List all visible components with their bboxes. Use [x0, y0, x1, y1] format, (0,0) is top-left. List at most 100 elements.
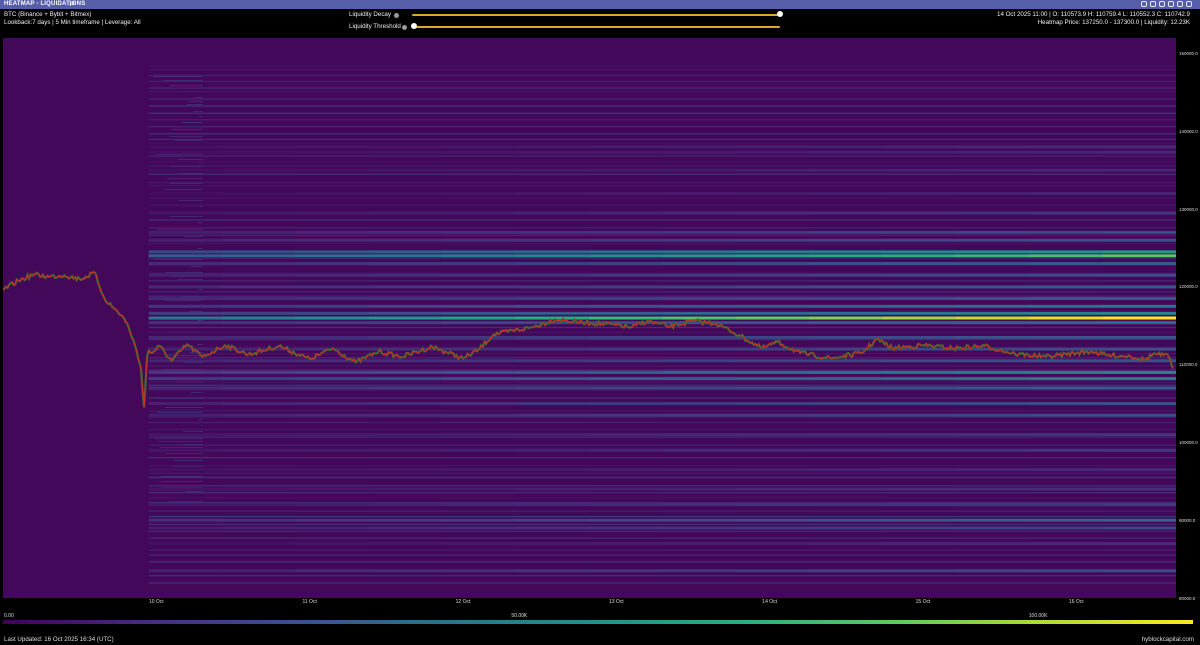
liquidity-level [882, 150, 957, 154]
liquidity-level [1029, 402, 1104, 406]
liquidity-level [368, 433, 443, 437]
liquidity-level [1029, 433, 1104, 437]
liquidity-level [1029, 542, 1104, 546]
liquidity-level [588, 386, 663, 390]
liquidity-level [442, 370, 517, 374]
liquidity-level [515, 377, 590, 381]
liquidity-level [662, 273, 737, 277]
liquidity-band [148, 465, 1176, 467]
liquidity-decay-handle[interactable] [777, 11, 783, 17]
liquidity-level [955, 145, 1030, 149]
liquidity-level [442, 311, 517, 315]
liquidity-band [148, 142, 1176, 144]
liquidity-level [442, 316, 517, 320]
liquidity-level [809, 304, 883, 308]
liquidity-level [955, 335, 1030, 339]
liquidity-level [295, 316, 370, 320]
liquidity-band [148, 295, 1176, 297]
liquidity-level [588, 211, 663, 215]
liquidity-level [882, 145, 957, 149]
liquidity-level [148, 402, 223, 406]
liquidity-level [515, 569, 590, 573]
liquidity-level [148, 250, 223, 254]
liquidity-stub [159, 447, 203, 448]
liquidity-level [735, 238, 810, 242]
liquidity-stub [197, 320, 203, 321]
liquidity-level [662, 211, 737, 215]
liquidity-band [148, 74, 1176, 76]
liquidity-band [148, 357, 1176, 359]
liquidity-level [588, 518, 663, 522]
liquidation-heatmap[interactable] [3, 38, 1176, 598]
liquidity-level [295, 433, 370, 437]
liquidity-level [882, 413, 957, 417]
liquidity-level [442, 359, 517, 363]
last-updated: Last Updated: 16 Oct 2025 16:34 (UTC) [4, 636, 114, 643]
swap-arrows-icon[interactable]: ⇄ [69, 0, 75, 9]
liquidity-stub [188, 101, 203, 102]
liquidity-decay-slider[interactable] [412, 14, 780, 16]
liquidity-level [1029, 321, 1104, 325]
brand-link[interactable]: hyblockcapital.com [1142, 636, 1194, 644]
minimize-icon[interactable] [1141, 1, 1147, 7]
liquidity-level [588, 168, 663, 172]
liquidity-level [1029, 468, 1104, 472]
liquidity-level [1102, 250, 1176, 254]
liquidity-level [222, 433, 296, 437]
liquidity-level [295, 487, 370, 491]
liquidity-level [1029, 386, 1104, 390]
liquidity-stub [158, 441, 203, 442]
liquidity-level [1102, 211, 1176, 215]
liquidity-band [148, 105, 1176, 107]
liquidity-level [1029, 335, 1104, 339]
liquidity-level [148, 304, 223, 308]
liquidity-decay-label: Liquidity Decay [349, 11, 391, 18]
liquidity-level [735, 569, 810, 573]
liquidity-band [148, 227, 1176, 229]
liquidity-level [955, 168, 1030, 172]
settings-icon[interactable] [1159, 1, 1165, 7]
liquidity-level [1102, 254, 1176, 258]
liquidity-band [148, 90, 1176, 93]
liquidity-stub [178, 200, 203, 201]
liquidity-level [515, 254, 590, 258]
liquidity-threshold-handle[interactable] [411, 23, 417, 29]
liquidity-level [368, 487, 443, 491]
liquidity-level [1029, 518, 1104, 522]
liquidity-level [882, 304, 957, 308]
liquidity-level [882, 377, 957, 381]
threshold-help-icon[interactable] [402, 24, 407, 30]
liquidity-level [955, 304, 1030, 308]
liquidity-level [735, 230, 810, 234]
fullscreen-icon[interactable] [1177, 1, 1183, 7]
liquidity-level [442, 254, 517, 258]
liquidity-stub [199, 116, 203, 117]
liquidity-stub [200, 425, 203, 426]
close-icon[interactable] [1186, 1, 1192, 7]
liquidity-level [1102, 273, 1176, 277]
liquidity-band [148, 575, 1176, 577]
liquidity-level [809, 321, 883, 325]
liquidity-level [809, 468, 883, 472]
liquidity-level [295, 238, 370, 242]
liquidity-level [515, 297, 590, 301]
liquidity-level [295, 402, 370, 406]
decay-help-icon[interactable] [394, 12, 399, 18]
liquidity-level [588, 273, 663, 277]
liquidity-band [148, 161, 1176, 163]
liquidity-band [148, 497, 1176, 499]
liquidity-level [662, 321, 737, 325]
screenshot-icon[interactable] [1168, 1, 1174, 7]
liquidity-level [809, 370, 883, 374]
params-label: Lookback:7 days | 5 Min timeframe | Leve… [4, 19, 141, 26]
liquidity-level [1102, 377, 1176, 381]
restore-icon[interactable] [1150, 1, 1156, 7]
liquidity-band [148, 346, 1176, 348]
liquidity-level [1102, 192, 1176, 196]
liquidity-band [148, 472, 1176, 474]
liquidity-threshold-slider[interactable] [412, 26, 780, 28]
liquidity-band [148, 204, 1176, 206]
liquidity-band [148, 138, 1176, 141]
liquidity-band [148, 234, 1176, 236]
liquidity-level [515, 273, 590, 277]
